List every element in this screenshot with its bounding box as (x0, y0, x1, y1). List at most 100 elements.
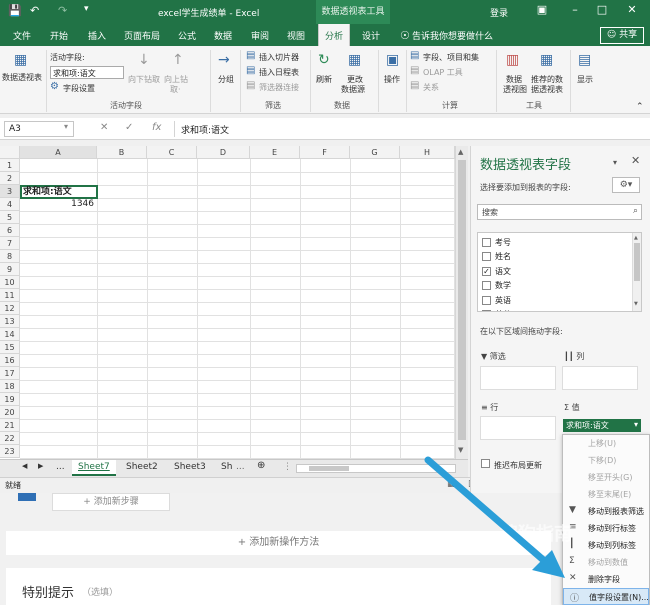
scroll-thumb[interactable] (458, 160, 466, 440)
relationships-button[interactable]: 关系 (423, 82, 439, 93)
redo-icon[interactable]: ↷ (58, 4, 67, 17)
field-checkbox[interactable] (482, 237, 491, 247)
tab-data[interactable]: 数据 (214, 29, 232, 42)
field-list-scroll-thumb[interactable] (634, 243, 640, 281)
column-header[interactable]: E (250, 146, 300, 159)
row-header[interactable]: 6 (0, 224, 20, 237)
row-header[interactable]: 9 (0, 263, 20, 276)
field-checkbox[interactable] (482, 281, 491, 290)
row-header[interactable]: 17 (0, 367, 20, 380)
active-field-input[interactable]: 求和项:语文 (50, 66, 124, 79)
row-header[interactable]: 8 (0, 250, 20, 263)
cell-a4[interactable]: 1346 (20, 199, 96, 209)
login-link[interactable]: 登录 (490, 6, 508, 19)
close-icon[interactable]: ✕ (622, 3, 642, 19)
tab-home[interactable]: 开始 (50, 29, 68, 42)
menu-item[interactable]: 下移(D) (563, 452, 649, 469)
field-layout-button[interactable]: ⚙▾ (612, 177, 640, 193)
field-item[interactable]: 数学 (482, 279, 511, 293)
field-item[interactable]: 考号 (482, 235, 511, 249)
field-list-scrollbar[interactable]: ▲ ▼ (632, 233, 641, 311)
field-item[interactable]: 英语 (482, 293, 511, 307)
scroll-up-icon[interactable]: ▲ (458, 148, 463, 156)
sheet-tab-sheet3[interactable]: Sheet3 (174, 462, 206, 472)
menu-item[interactable]: 移至开头(G) (563, 469, 649, 486)
values-field-item[interactable]: 求和项:语文 ▾ (563, 419, 641, 432)
olap-tools-button[interactable]: OLAP 工具 (423, 67, 463, 78)
save-icon[interactable]: 💾 (8, 4, 22, 17)
pane-options-icon[interactable]: ▾ (613, 158, 617, 167)
row-header[interactable]: 23 (0, 445, 20, 458)
formula-input[interactable]: 求和项:语文 (174, 121, 644, 137)
column-header[interactable]: A (20, 146, 97, 159)
enter-icon[interactable]: ✓ (125, 122, 133, 133)
add-step-button[interactable]: + 添加新步骤 (52, 493, 170, 511)
columns-drop-area[interactable] (562, 366, 638, 390)
minimize-icon[interactable]: – (565, 3, 585, 19)
row-header[interactable]: 2 (0, 172, 20, 185)
row-header[interactable]: 5 (0, 211, 20, 224)
vertical-scrollbar[interactable]: ▲ ▼ (455, 146, 468, 459)
row-header[interactable]: 3 (0, 185, 20, 198)
menu-item[interactable]: ≡ 移动到行标签 (563, 520, 649, 537)
row-header[interactable]: 1 (0, 159, 20, 172)
menu-item[interactable]: ✕ 删除字段 (563, 571, 649, 588)
cancel-icon[interactable]: ✕ (100, 122, 108, 133)
field-checkbox[interactable] (482, 295, 491, 305)
ribbon-display-icon[interactable]: ▣ (532, 3, 552, 19)
drill-down-button[interactable]: 向下钻取 (128, 74, 160, 85)
row-header[interactable]: 18 (0, 380, 20, 393)
select-all-corner[interactable] (0, 146, 20, 159)
menu-item[interactable]: Σ 移动到数值 (563, 554, 649, 571)
menu-item[interactable]: ┃ 移动到列标签 (563, 537, 649, 554)
field-checkbox[interactable] (482, 252, 491, 261)
next-sheet-icon[interactable]: ▶ (38, 462, 43, 470)
row-header[interactable]: 14 (0, 328, 20, 341)
fields-items-button[interactable]: 字段、项目和集 (423, 52, 479, 63)
rows-drop-area[interactable] (480, 416, 556, 440)
tab-design[interactable]: 设计 (362, 29, 380, 42)
column-header[interactable]: G (350, 146, 400, 159)
scroll-down-icon[interactable]: ▼ (634, 301, 638, 307)
row-header[interactable]: 13 (0, 315, 20, 328)
name-box-dropdown-icon[interactable]: ▾ (64, 122, 68, 131)
actions-button[interactable]: 操作 (384, 74, 400, 85)
column-header[interactable]: F (300, 146, 350, 159)
column-header[interactable]: C (147, 146, 197, 159)
tab-page-layout[interactable]: 页面布局 (124, 29, 160, 42)
undo-icon[interactable]: ↶ (30, 4, 39, 17)
row-header[interactable]: 19 (0, 393, 20, 406)
sheet-tab-sheet7[interactable]: Sheet7 (72, 460, 116, 476)
menu-item[interactable]: 上移(U) (563, 435, 649, 452)
menu-item[interactable]: ▼ 移动到报表筛选 (563, 503, 649, 520)
tab-view[interactable]: 视图 (287, 29, 305, 42)
column-header[interactable]: D (197, 146, 250, 159)
field-item[interactable]: 总分 (482, 308, 511, 311)
field-checkbox[interactable]: ✓ (482, 266, 491, 276)
cell-a3[interactable]: 求和项:语文 (20, 185, 98, 199)
row-header[interactable]: 4 (0, 198, 20, 211)
scroll-up-icon[interactable]: ▲ (634, 235, 638, 241)
row-header[interactable]: 21 (0, 419, 20, 432)
horizontal-scroll-thumb[interactable] (309, 466, 349, 471)
sheet-tab-truncated[interactable]: Sh (221, 462, 232, 472)
tell-me-box[interactable]: 告诉我你想要做什么 (412, 29, 493, 42)
field-item[interactable]: ✓ 语文 (482, 264, 511, 278)
row-header[interactable]: 11 (0, 289, 20, 302)
maximize-icon[interactable]: □ (592, 3, 612, 19)
row-header[interactable]: 10 (0, 276, 20, 289)
tab-formulas[interactable]: 公式 (178, 29, 196, 42)
row-header[interactable]: 15 (0, 341, 20, 354)
row-header[interactable]: 22 (0, 432, 20, 445)
column-header[interactable]: B (97, 146, 147, 159)
column-header[interactable]: H (400, 146, 455, 159)
row-header[interactable]: 16 (0, 354, 20, 367)
insert-slicer-button[interactable]: 插入切片器 (259, 52, 299, 63)
insert-function-icon[interactable]: fx (152, 122, 161, 133)
group-button[interactable]: 分组 (218, 74, 234, 85)
share-button[interactable]: ☺ 共享 (600, 27, 644, 44)
tab-scroll-handle[interactable]: ⋮ (283, 462, 292, 472)
row-header[interactable]: 7 (0, 237, 20, 250)
worksheet-grid[interactable]: A B C D E F G H 1 2 3 4 5 6 7 8 9 10 11 12 13 14 15 16 1… (0, 146, 455, 459)
menu-item[interactable]: 移至末尾(E) (563, 486, 649, 503)
